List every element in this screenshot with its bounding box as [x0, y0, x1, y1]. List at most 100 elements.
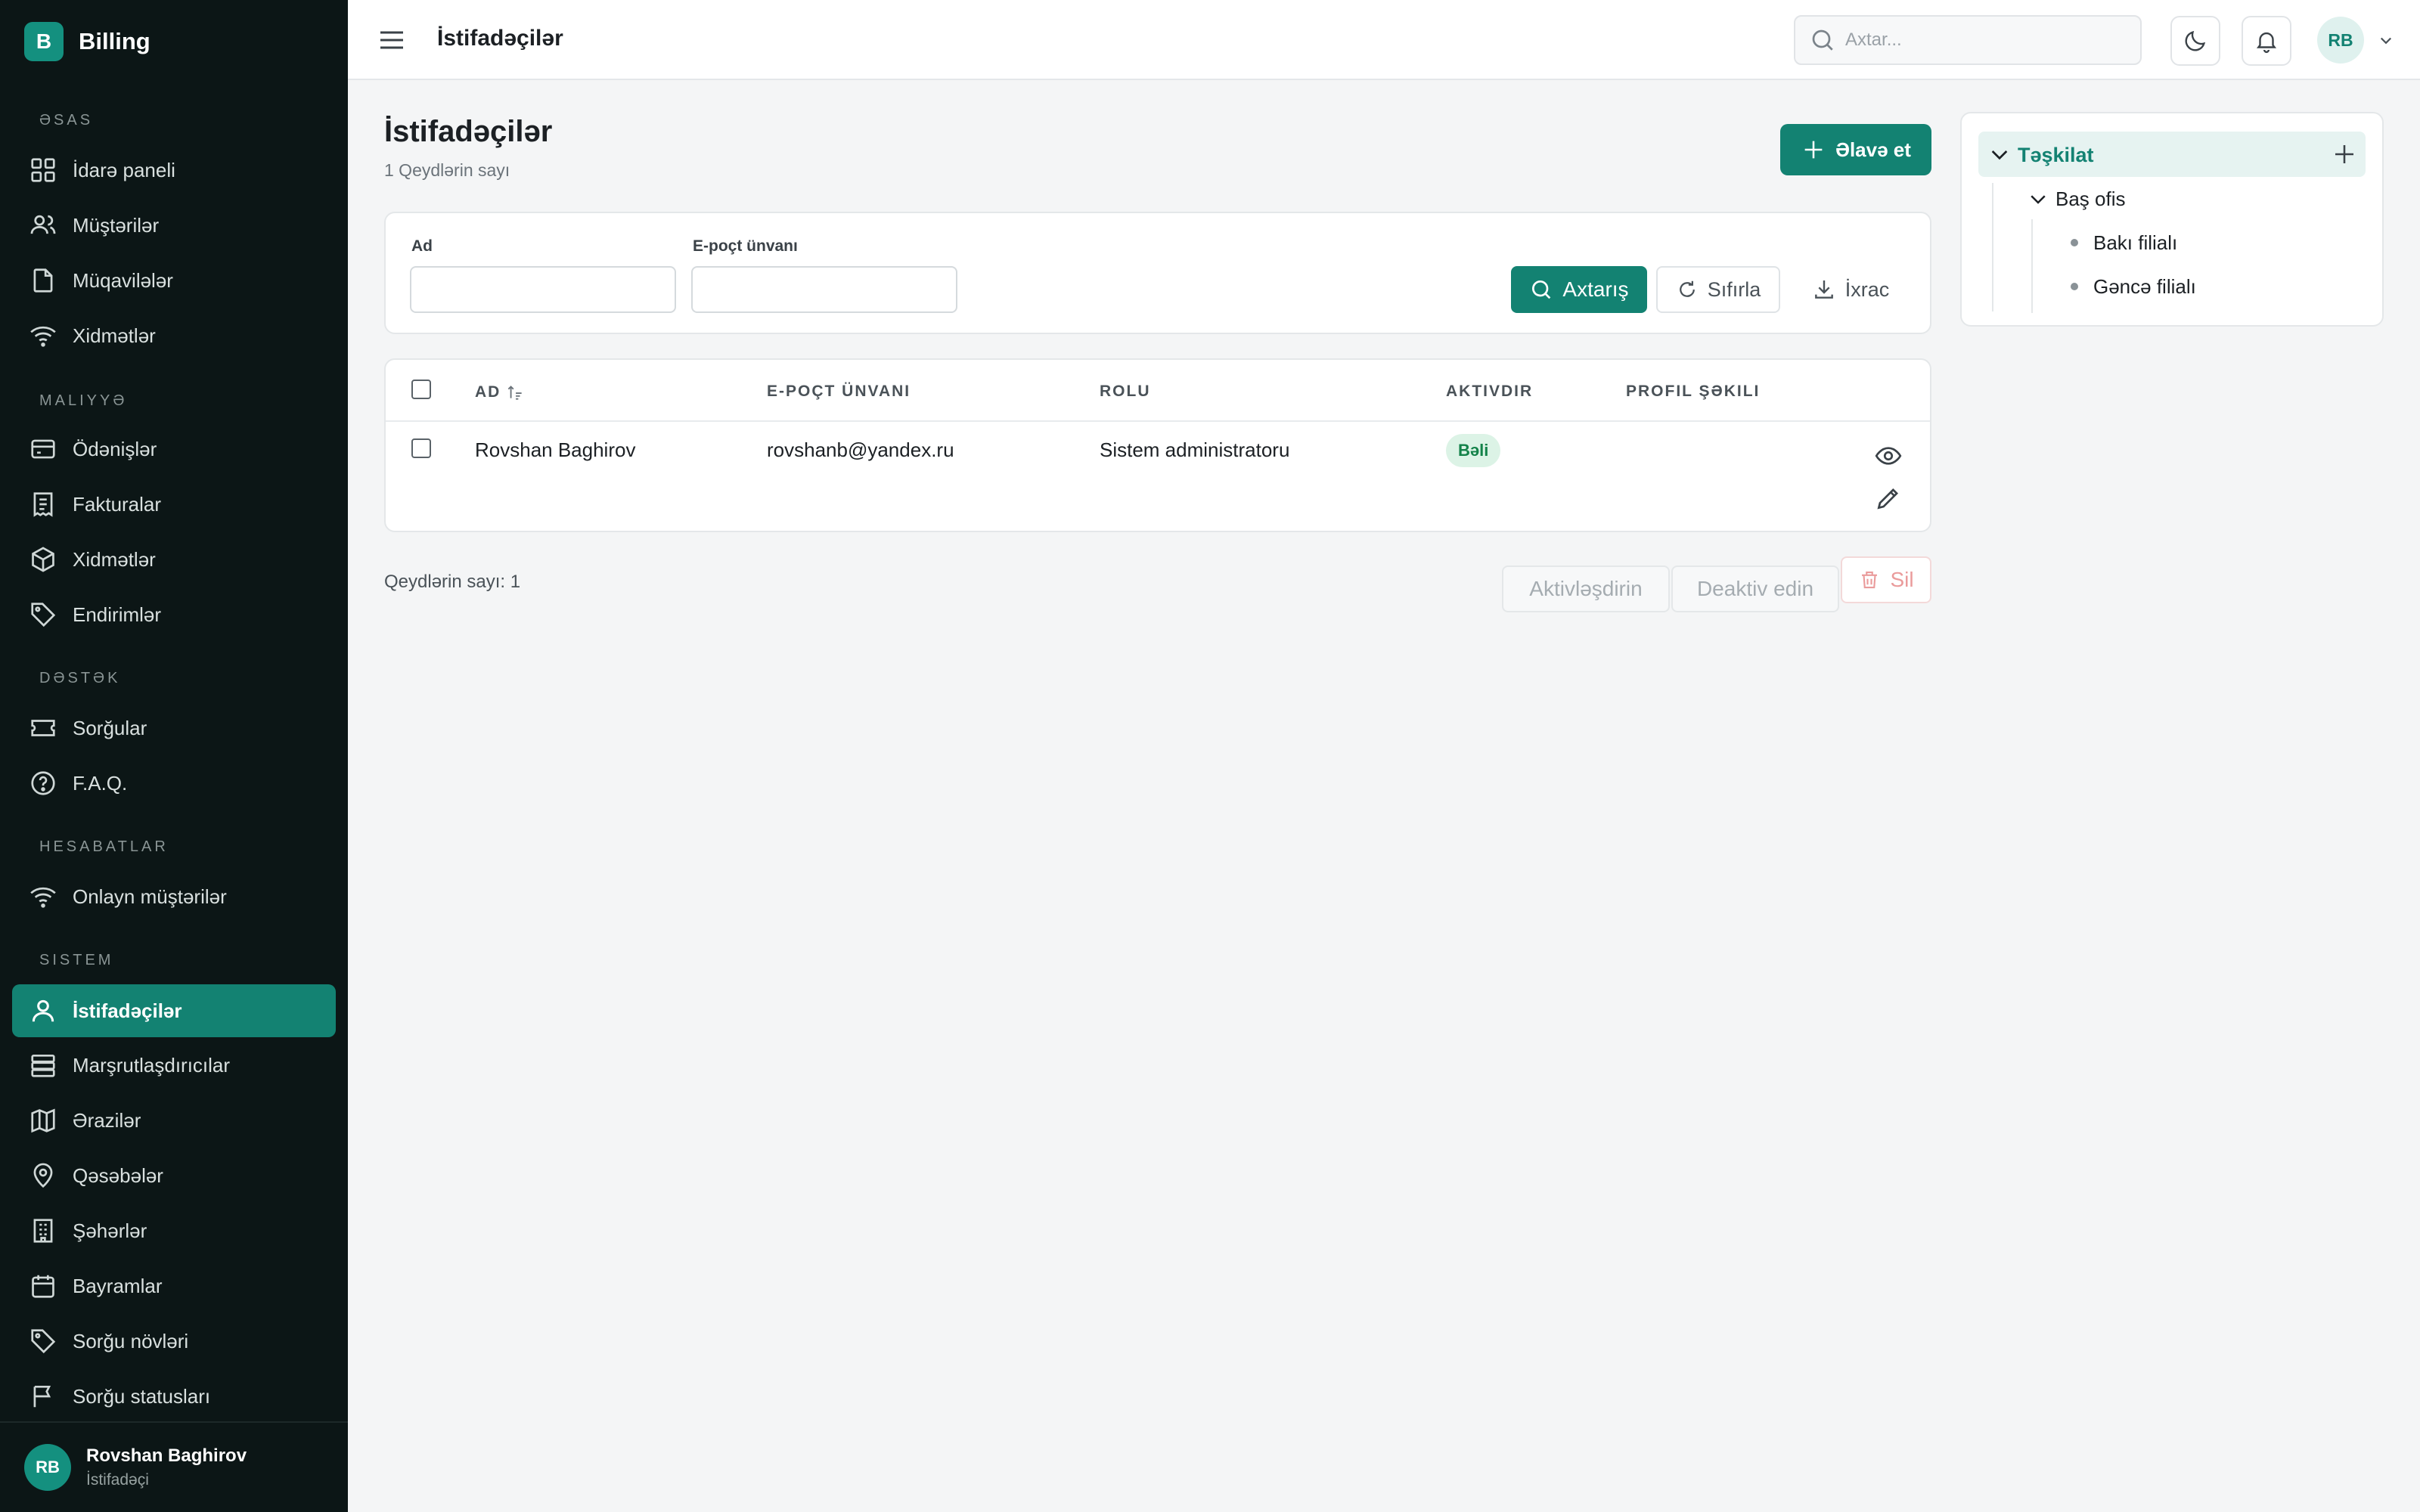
sidebar-item-customers[interactable]: Müştərilər	[12, 199, 336, 252]
menu-icon[interactable]	[377, 25, 407, 55]
sidebar: B Billing ƏSAS İdarə paneli Müştərilər M…	[0, 0, 348, 1512]
filter-panel: Ad E-poçt ünvanı Axtarış Sıfırla İxrac	[384, 212, 1931, 334]
column-name[interactable]: AD	[475, 383, 525, 402]
select-all-checkbox[interactable]	[411, 380, 431, 399]
deactivate-button[interactable]: Deaktiv edin	[1671, 565, 1839, 612]
flag-icon	[33, 1385, 51, 1408]
cell-email: rovshanb@yandex.ru	[767, 438, 954, 461]
column-active[interactable]: AKTIVDIR	[1446, 383, 1533, 401]
sidebar-item-label: Ərazilər	[73, 1108, 141, 1132]
search-button-label: Axtarış	[1562, 277, 1629, 301]
sidebar-item-label: Qəsəbələr	[73, 1163, 163, 1187]
download-icon	[1814, 280, 1833, 299]
sidebar-item-label: Endirimlər	[73, 603, 162, 626]
sidebar-item-holidays[interactable]: Bayramlar	[12, 1259, 336, 1312]
sidebar-user[interactable]: RB Rovshan Baghirov İstifadəçi	[0, 1421, 348, 1512]
wifi-icon	[30, 326, 56, 347]
delete-button-label: Sil	[1890, 568, 1914, 591]
sidebar-item-faq[interactable]: F.A.Q.	[12, 757, 336, 810]
sidebar-item-payments[interactable]: Ödənişlər	[12, 423, 336, 476]
tag-icon	[31, 1329, 56, 1354]
edit-icon[interactable]	[1874, 484, 1903, 513]
tree-node-baku-branch[interactable]: Bakı filialı	[2093, 231, 2177, 255]
sidebar-item-routers[interactable]: Marşrutlaşdırıcılar	[12, 1039, 336, 1092]
document-icon	[33, 268, 53, 293]
sidebar-item-online-customers[interactable]: Onlayn müştərilər	[12, 870, 336, 923]
dashboard-icon	[31, 158, 55, 182]
sidebar-item-label: İstifadəçilər	[73, 999, 182, 1022]
table-header: AD E-POÇT ÜNVANI ROLU AKTIVDIR PROFIL ŞƏ…	[386, 360, 1930, 422]
user-menu-avatar[interactable]: RB	[2317, 17, 2364, 64]
search-icon	[1532, 280, 1551, 299]
notifications-button[interactable]	[2242, 16, 2291, 66]
tree-root-node[interactable]: Təşkilat	[1978, 132, 2366, 177]
sidebar-item-requests[interactable]: Sorğular	[12, 702, 336, 754]
column-role[interactable]: ROLU	[1100, 383, 1151, 401]
sidebar-item-settlements[interactable]: Qəsəbələr	[12, 1149, 336, 1202]
nav-section-sistem: SISTEM	[39, 952, 114, 968]
ticket-icon	[31, 720, 55, 736]
wifi-icon	[30, 887, 56, 908]
organization-tree: Təşkilat Baş ofis Bakı filialı Gəncə fil…	[1960, 112, 2384, 327]
server-icon	[31, 1054, 55, 1077]
users-icon	[30, 215, 56, 234]
reset-button[interactable]: Sıfırla	[1656, 266, 1780, 313]
sidebar-item-finance-services[interactable]: Xidmətlər	[12, 533, 336, 586]
page-subtitle: 1 Qeydlərin sayı	[384, 160, 510, 180]
topbar-title: İstifadəçilər	[437, 26, 563, 51]
nav-section-maliyye: MALIYYƏ	[39, 392, 128, 409]
user-name: Rovshan Baghirov	[86, 1445, 247, 1466]
sidebar-item-request-types[interactable]: Sorğu növləri	[12, 1315, 336, 1368]
search-input[interactable]	[1845, 29, 2118, 51]
brand-logo: B	[24, 22, 64, 61]
chevron-down-icon[interactable]	[2027, 187, 2049, 210]
topbar: İstifadəçilər RB	[348, 0, 2420, 80]
sort-icon	[508, 386, 523, 400]
map-pin-icon	[33, 1163, 53, 1188]
email-filter-input[interactable]	[691, 266, 957, 313]
chevron-down-icon[interactable]	[2375, 29, 2397, 51]
sidebar-item-label: Xidmətlər	[73, 547, 156, 571]
sidebar-item-cities[interactable]: Şəhərlər	[12, 1204, 336, 1257]
brand[interactable]: B Billing	[24, 22, 150, 61]
name-filter-input[interactable]	[410, 266, 676, 313]
sidebar-item-dashboard[interactable]: İdarə paneli	[12, 144, 336, 197]
sidebar-item-users[interactable]: İstifadəçilər	[12, 984, 336, 1037]
tree-leaf-dot	[2071, 283, 2078, 290]
chevron-down-icon[interactable]	[1987, 142, 2012, 166]
delete-button[interactable]: Sil	[1841, 556, 1931, 603]
sidebar-item-label: Fakturalar	[73, 492, 162, 516]
view-icon[interactable]	[1874, 442, 1903, 470]
export-button[interactable]: İxrac	[1794, 266, 1907, 313]
column-profile-picture[interactable]: PROFIL ŞƏKILI	[1626, 383, 1760, 401]
sidebar-item-invoices[interactable]: Fakturalar	[12, 478, 336, 531]
building-icon	[33, 1219, 53, 1243]
email-filter-label: E-poçt ünvanı	[693, 237, 798, 255]
user-role: İstifadəçi	[86, 1471, 149, 1489]
receipt-icon	[33, 492, 53, 517]
activate-button[interactable]: Aktivləşdirin	[1502, 565, 1670, 612]
column-email[interactable]: E-POÇT ÜNVANI	[767, 383, 911, 401]
tree-node-ganja-branch[interactable]: Gəncə filialı	[2093, 275, 2196, 299]
box-icon	[32, 547, 54, 572]
cell-role: Sistem administratoru	[1100, 438, 1290, 461]
name-filter-label: Ad	[411, 237, 433, 255]
sidebar-item-request-statuses[interactable]: Sorğu statusları	[12, 1370, 336, 1423]
sidebar-item-label: Xidmətlər	[73, 324, 156, 347]
plus-icon[interactable]	[2331, 141, 2358, 168]
sidebar-item-services[interactable]: Xidmətlər	[12, 309, 336, 362]
record-count: Qeydlərin sayı: 1	[384, 572, 521, 592]
sidebar-item-label: Bayramlar	[73, 1274, 163, 1297]
theme-toggle-button[interactable]	[2170, 16, 2220, 66]
sidebar-item-label: İdarə paneli	[73, 158, 175, 181]
global-search[interactable]	[1794, 15, 2142, 65]
add-button[interactable]: Əlavə et	[1780, 124, 1931, 175]
tree-node-head-office[interactable]: Baş ofis	[2055, 187, 2126, 211]
sidebar-item-label: Sorğu növləri	[73, 1329, 189, 1352]
brand-name: Billing	[79, 28, 150, 54]
search-button[interactable]: Axtarış	[1511, 266, 1647, 313]
sidebar-item-discounts[interactable]: Endirimlər	[12, 588, 336, 641]
sidebar-item-contracts[interactable]: Müqavilələr	[12, 254, 336, 307]
sidebar-item-territories[interactable]: Ərazilər	[12, 1094, 336, 1147]
row-checkbox[interactable]	[411, 438, 431, 458]
